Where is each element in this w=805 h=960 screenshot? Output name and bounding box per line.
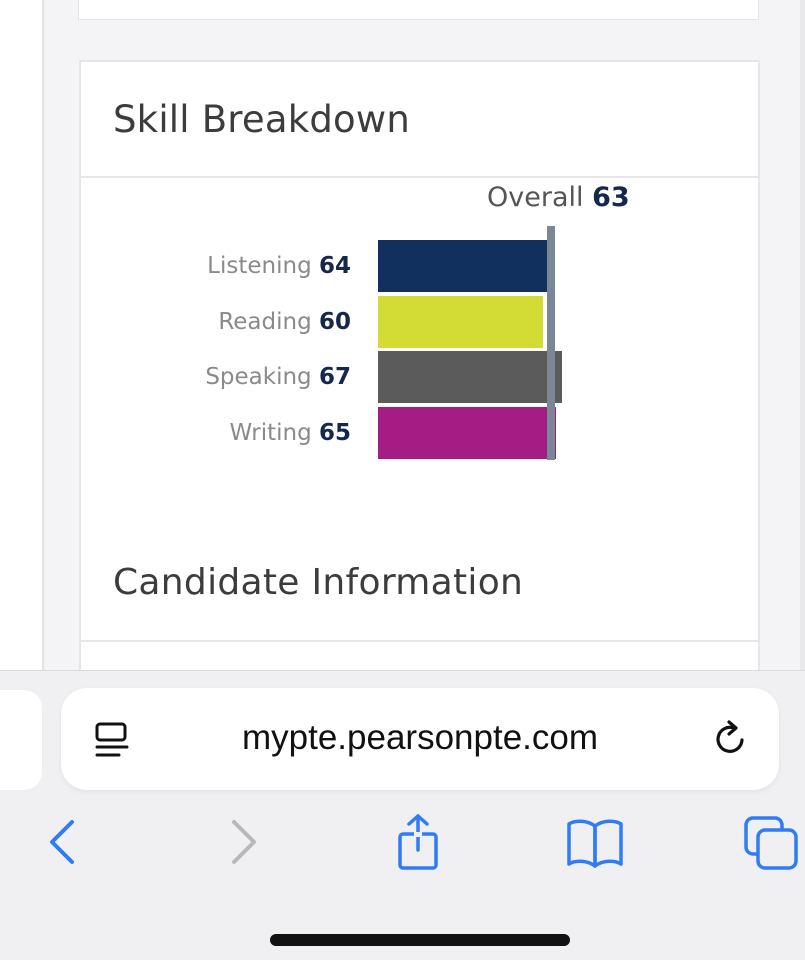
skill-bar-listening xyxy=(378,240,554,292)
skill-name: Listening xyxy=(207,253,319,279)
skill-label-listening: Listening 64 xyxy=(81,253,351,279)
previous-card xyxy=(78,0,759,20)
adjacent-page-strip xyxy=(0,0,44,670)
share-icon[interactable] xyxy=(388,812,448,872)
reload-icon[interactable] xyxy=(709,718,751,760)
skill-bar-speaking xyxy=(378,351,562,403)
home-indicator xyxy=(270,934,570,946)
skill-name: Speaking xyxy=(205,364,319,390)
skill-label-writing: Writing 65 xyxy=(81,420,351,446)
candidate-information-title: Candidate Information xyxy=(113,562,524,603)
skill-bar-writing xyxy=(378,406,556,459)
page-right-edge xyxy=(800,0,805,670)
skill-score: 60 xyxy=(318,308,351,335)
overall-reference-line xyxy=(547,226,555,460)
tabs-icon[interactable] xyxy=(742,812,802,872)
skill-score: 67 xyxy=(318,364,351,390)
card-divider xyxy=(81,640,758,642)
url-text[interactable]: mypte.pearsonpte.com xyxy=(61,718,779,758)
skill-score: 65 xyxy=(318,419,351,446)
skill-label-reading: Reading 60 xyxy=(81,309,351,335)
skill-name: Writing xyxy=(229,419,319,446)
skill-score: 64 xyxy=(318,253,351,279)
skill-bar-reading xyxy=(378,295,543,348)
address-bar[interactable]: mypte.pearsonpte.com xyxy=(61,688,779,790)
previous-tab-pill[interactable] xyxy=(0,690,42,790)
skill-breakdown-card: Skill Breakdown Overall 63 Listening 64 R… xyxy=(79,60,760,680)
chevron-right-icon[interactable] xyxy=(214,812,274,872)
skill-name: Reading xyxy=(218,308,319,335)
chevron-left-icon[interactable] xyxy=(32,812,92,872)
book-icon[interactable] xyxy=(565,812,625,872)
skill-label-speaking: Speaking 67 xyxy=(81,364,351,390)
